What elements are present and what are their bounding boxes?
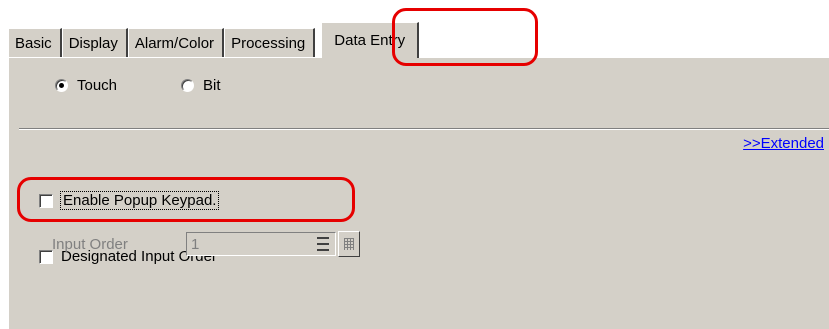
input-order-field[interactable]: 1 (186, 232, 336, 256)
input-order-label: Input Order (52, 236, 128, 253)
tab-processing[interactable]: Processing (224, 28, 316, 58)
popup-keypad-label: Enable Popup Keypad. (59, 191, 220, 210)
input-order-value: 1 (191, 235, 200, 253)
keypad-icon (344, 238, 354, 250)
popup-keypad-option[interactable]: Enable Popup Keypad. (39, 191, 220, 210)
popup-keypad-checkbox[interactable] (39, 193, 53, 208)
tab-basic[interactable]: Basic (8, 28, 62, 58)
tab-data-entry[interactable]: Data Entry (321, 22, 420, 58)
bit-label: Bit (203, 77, 221, 94)
touch-radio[interactable] (55, 79, 68, 92)
touch-radio-option[interactable]: Touch (55, 77, 117, 94)
input-order-label-row: Input Order (52, 236, 128, 253)
section-divider (19, 128, 829, 130)
touch-label: Touch (77, 77, 118, 94)
bit-radio[interactable] (181, 79, 194, 92)
tab-bar: Basic Display Alarm/Color Processing Dat… (8, 22, 420, 58)
tab-display[interactable]: Display (61, 28, 128, 58)
designated-input-order-checkbox[interactable] (39, 249, 53, 264)
data-entry-panel: Touch Bit >>Extended Enable Popup Keypad… (8, 57, 829, 329)
spin-icon[interactable] (317, 237, 329, 251)
extended-link[interactable]: >>Extended (743, 135, 824, 152)
bit-radio-option[interactable]: Bit (181, 77, 221, 94)
tab-alarm-color[interactable]: Alarm/Color (127, 28, 225, 58)
input-order-keypad-button[interactable] (338, 231, 360, 257)
